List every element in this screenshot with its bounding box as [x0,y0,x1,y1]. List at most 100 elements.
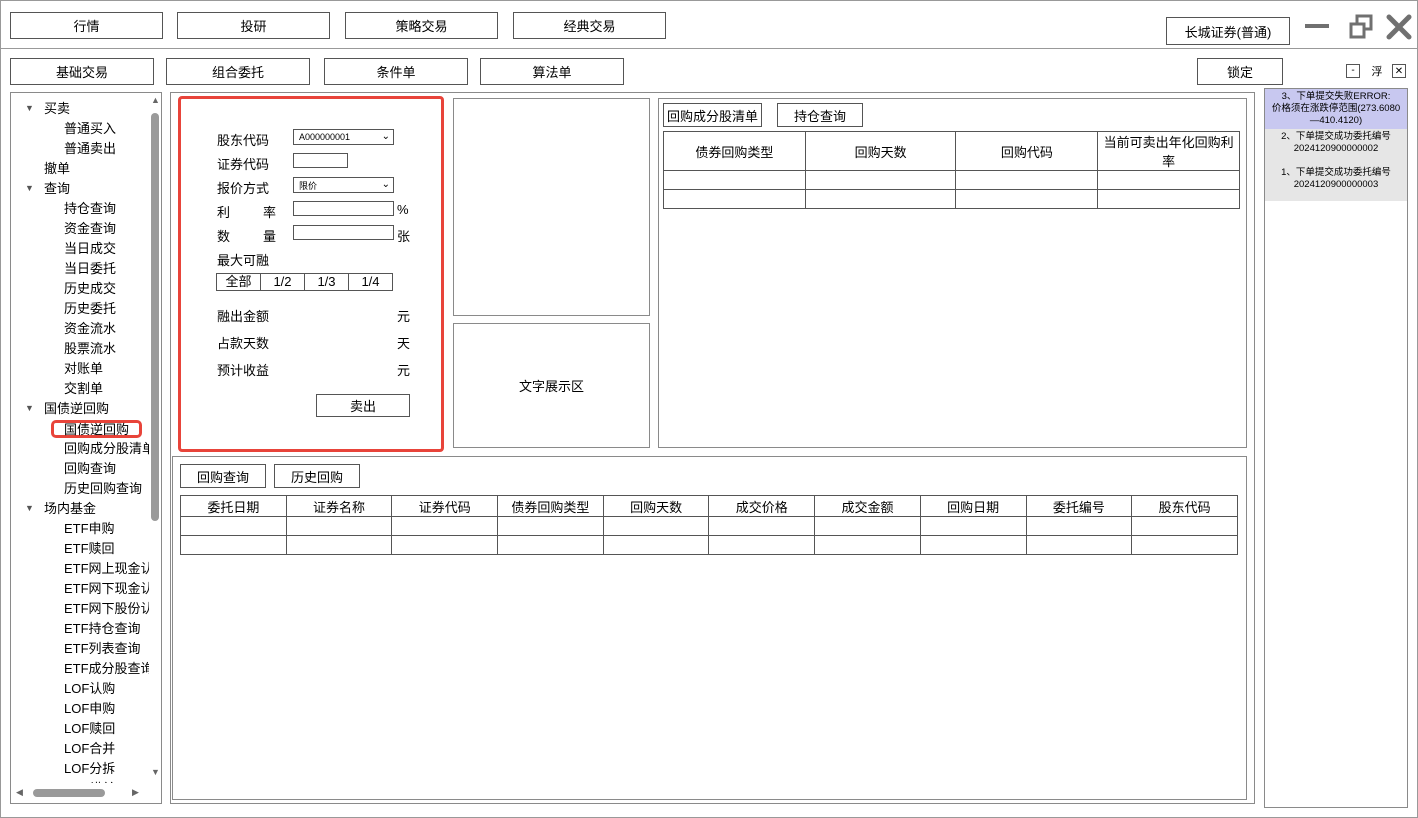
tree-item[interactable]: 股票流水 [64,339,116,359]
tree-item[interactable]: LOF赎回 [64,719,115,739]
tree-horizontal-scrollbar[interactable]: ◀ ▶ [11,784,149,802]
fraction-third-button[interactable]: 1/3 [305,274,349,290]
table-cell [1097,170,1240,190]
tree-group[interactable]: 场内基金 [44,499,96,519]
tree-item[interactable]: ETF网下股份认 [64,599,149,619]
minimize-icon[interactable] [1305,24,1329,28]
tree-group[interactable]: 撤单 [44,159,70,179]
table-row[interactable] [663,170,1240,190]
fraction-half-button[interactable]: 1/2 [261,274,305,290]
scroll-left-icon[interactable]: ◀ [16,787,23,798]
message-item[interactable]: 3、下单提交失败ERROR: 价格须在涨跌停范围(273.6080 —410.412… [1265,89,1407,129]
column-header[interactable]: 债券回购类型 [663,131,806,171]
sell-button[interactable]: 卖出 [316,394,410,417]
tree-item[interactable]: LOF合并 [64,739,115,759]
column-header[interactable]: 委托编号 [1025,495,1133,517]
tree-item[interactable]: 历史委托 [64,299,116,319]
tree-item[interactable]: LOF认购 [64,679,115,699]
tab-position-query[interactable]: 持仓查询 [777,103,863,127]
tree-item[interactable]: ETF成分股查询 [64,659,149,679]
tree-item[interactable]: 历史成交 [64,279,116,299]
float-button[interactable]: 浮 [1369,64,1385,78]
tree-item[interactable]: LOF申购 [64,699,115,719]
column-header[interactable]: 债券回购类型 [497,495,604,517]
tree-item[interactable]: 交割单 [64,379,103,399]
qty-input[interactable] [293,225,394,240]
subtab-combo-order[interactable]: 组合委托 [166,58,310,85]
tab-repo-component-list[interactable]: 回购成分股清单 [663,103,762,127]
tree-item[interactable]: LOF横并 [64,779,115,783]
tree-item[interactable]: 持仓查询 [64,199,116,219]
tree-group[interactable]: 国债逆回购 [44,399,109,419]
column-header[interactable]: 证券代码 [391,495,499,517]
column-header[interactable]: 当前可卖出年化回购利率 [1097,131,1240,171]
tree-item[interactable]: ETF申购 [64,519,115,539]
scroll-up-icon[interactable]: ▲ [151,95,160,105]
column-header[interactable]: 成交金额 [814,495,921,517]
tree-item[interactable]: 国债逆回购 [51,420,143,438]
tree-item[interactable]: ETF赎回 [64,539,115,559]
tree-vertical-scrollbar[interactable]: ▲ ▼ [149,93,161,783]
expand-triangle-icon[interactable]: ▼ [25,503,34,513]
subtab-basic-trading[interactable]: 基础交易 [10,58,154,85]
table-row[interactable] [180,535,1238,555]
column-header[interactable]: 回购日期 [919,495,1027,517]
subtab-algo-order[interactable]: 算法单 [480,58,624,85]
security-code-input[interactable] [293,153,348,168]
column-header[interactable]: 证券名称 [285,495,393,517]
scroll-down-icon[interactable]: ▼ [151,767,160,777]
tab-repo-history[interactable]: 历史回购 [274,464,360,488]
fraction-all-button[interactable]: 全部 [217,274,261,290]
expand-triangle-icon[interactable]: ▼ [25,103,34,113]
tree-item[interactable]: 历史回购查询 [64,479,142,499]
account-selector[interactable]: 长城证券(普通) [1166,17,1290,45]
tab-strategy-trading[interactable]: 策略交易 [345,12,498,39]
message-item[interactable]: 2、下单提交成功委托编号 2024120900000002 [1265,129,1407,165]
column-header[interactable]: 委托日期 [180,495,287,517]
expand-triangle-icon[interactable]: ▼ [25,183,34,193]
tab-classic-trading[interactable]: 经典交易 [513,12,666,39]
rate-input[interactable] [293,201,394,216]
table-row[interactable] [663,189,1240,209]
column-header[interactable]: 股东代码 [1131,495,1238,517]
column-header[interactable]: 回购代码 [955,131,1099,171]
panel-close-icon[interactable]: ✕ [1392,64,1406,78]
scrollbar-thumb[interactable] [151,113,159,521]
tree-item[interactable]: 回购成分股清单 [64,439,149,459]
tree-item[interactable]: 回购查询 [64,459,116,479]
tree-item[interactable]: ETF持仓查询 [64,619,141,639]
message-line: 2024120900000003 [1293,179,1379,190]
lock-button[interactable]: 锁定 [1197,58,1283,85]
tree-item[interactable]: 资金查询 [64,219,116,239]
column-header[interactable]: 成交价格 [708,495,816,517]
quote-method-select[interactable]: 限价 ⌄ [293,177,394,193]
tree-item[interactable]: 当日成交 [64,239,116,259]
tree-item[interactable]: 普通买入 [64,119,116,139]
tree-item[interactable]: 普通卖出 [64,139,116,159]
tab-market[interactable]: 行情 [10,12,163,39]
tree-item[interactable]: ETF列表查询 [64,639,141,659]
table-row[interactable] [180,516,1238,536]
scroll-right-icon[interactable]: ▶ [132,787,139,798]
message-item[interactable]: 1、下单提交成功委托编号 2024120900000003 [1265,165,1407,201]
tree-item[interactable]: 资金流水 [64,319,116,339]
tree-item[interactable]: 对账单 [64,359,103,379]
tree-item[interactable]: 当日委托 [64,259,116,279]
close-icon[interactable] [1385,13,1413,41]
subtab-conditional-order[interactable]: 条件单 [324,58,468,85]
tree-item[interactable]: ETF网上现金认 [64,559,149,579]
column-header[interactable]: 回购天数 [602,495,710,517]
tree-item[interactable]: ETF网下现金认 [64,579,149,599]
tree-group[interactable]: 买卖 [44,99,70,119]
holder-code-select[interactable]: A000000001 ⌄ [293,129,394,145]
tree-group[interactable]: 查询 [44,179,70,199]
tab-repo-query[interactable]: 回购查询 [180,464,266,488]
tree-item[interactable]: LOF分拆 [64,759,115,779]
h-scrollbar-thumb[interactable] [33,789,105,797]
tab-research[interactable]: 投研 [177,12,330,39]
expand-triangle-icon[interactable]: ▼ [25,403,34,413]
restore-icon[interactable] [1348,14,1376,40]
fraction-quarter-button[interactable]: 1/4 [349,274,392,290]
panel-minimize-icon[interactable]: - [1346,64,1360,78]
column-header[interactable]: 回购天数 [804,131,957,171]
